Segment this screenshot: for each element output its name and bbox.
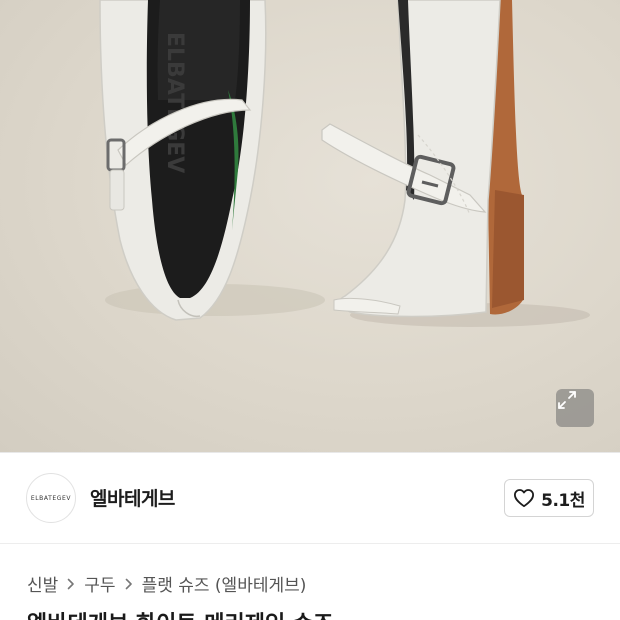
right-shoe bbox=[321, 0, 524, 318]
shoes-photo: ELBATEGEV bbox=[99, 0, 590, 327]
like-count: 5.1천 bbox=[541, 490, 585, 511]
product-title: 엘바테게브 화이트 메리제인 슈즈 bbox=[27, 606, 333, 620]
insole-brand-lettering: ELBATEGEV bbox=[162, 32, 187, 173]
breadcrumb-item-shoes[interactable]: 신발 bbox=[27, 571, 58, 596]
shop-name[interactable]: 엘바테게브 bbox=[90, 484, 175, 511]
like-button[interactable]: 5.1천 bbox=[504, 479, 594, 517]
chevron-right-icon bbox=[67, 578, 75, 590]
breadcrumb: 신발 구두 플랫 슈즈 (엘바테게브) bbox=[27, 571, 306, 596]
expand-arrows-icon bbox=[558, 391, 576, 409]
left-shoe: ELBATEGEV bbox=[99, 0, 267, 321]
chevron-right-icon bbox=[125, 578, 133, 590]
product-image[interactable]: ELBATEGEV bbox=[0, 0, 620, 452]
breadcrumb-item-dress-shoes[interactable]: 구두 bbox=[84, 571, 115, 596]
shop-avatar[interactable]: ELBATEGEV bbox=[26, 473, 76, 523]
breadcrumb-item-flat-shoes[interactable]: 플랫 슈즈 (엘바테게브) bbox=[142, 571, 307, 596]
divider bbox=[0, 543, 620, 544]
shop-row: ELBATEGEV 엘바테게브 5.1천 bbox=[0, 453, 620, 543]
shop-avatar-logo-text: ELBATEGEV bbox=[30, 494, 72, 502]
expand-image-button[interactable] bbox=[556, 389, 594, 427]
heart-outline-icon bbox=[514, 489, 535, 508]
